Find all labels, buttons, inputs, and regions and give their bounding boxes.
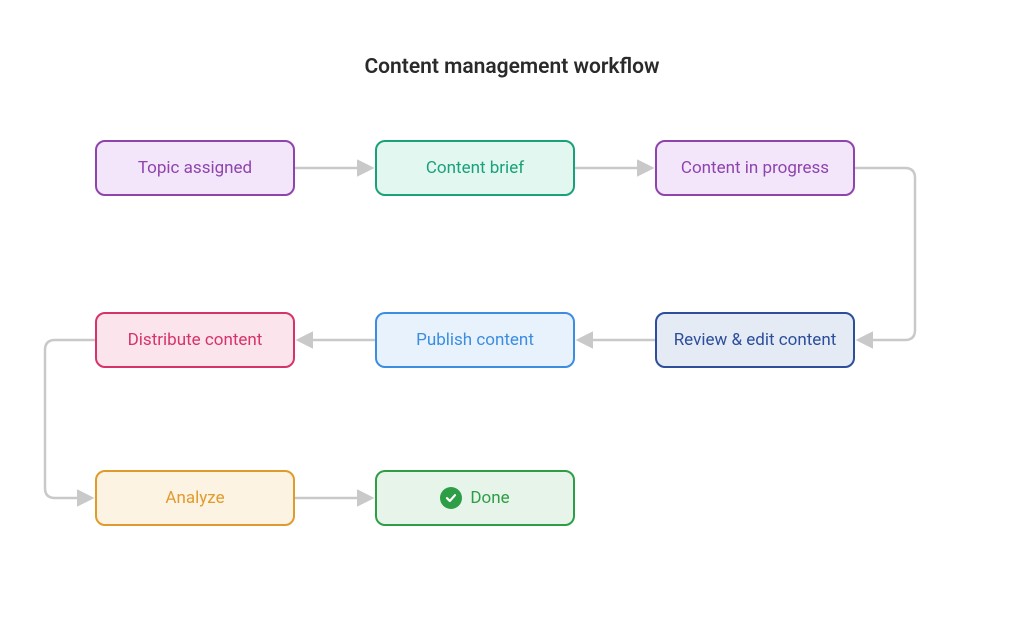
node-label: Done (470, 488, 509, 508)
node-label: Topic assigned (138, 158, 252, 178)
node-topic-assigned: Topic assigned (95, 140, 295, 196)
diagram-title: Content management workflow (0, 55, 1024, 79)
arrow-distribute-to-analyze (45, 340, 95, 498)
node-label: Content brief (426, 158, 524, 178)
node-content-brief: Content brief (375, 140, 575, 196)
diagram-canvas: Content management workflow Topic assign… (0, 0, 1024, 625)
node-label: Distribute content (128, 330, 263, 350)
node-analyze: Analyze (95, 470, 295, 526)
node-label: Review & edit content (674, 330, 837, 350)
node-publish-content: Publish content (375, 312, 575, 368)
check-circle-icon (440, 487, 462, 509)
node-content-in-progress: Content in progress (655, 140, 855, 196)
node-done: Done (375, 470, 575, 526)
node-label: Publish content (416, 330, 534, 350)
node-review-edit-content: Review & edit content (655, 312, 855, 368)
node-label: Content in progress (681, 158, 829, 178)
node-distribute-content: Distribute content (95, 312, 295, 368)
node-label: Analyze (165, 488, 224, 508)
arrow-progress-to-review (855, 168, 915, 340)
